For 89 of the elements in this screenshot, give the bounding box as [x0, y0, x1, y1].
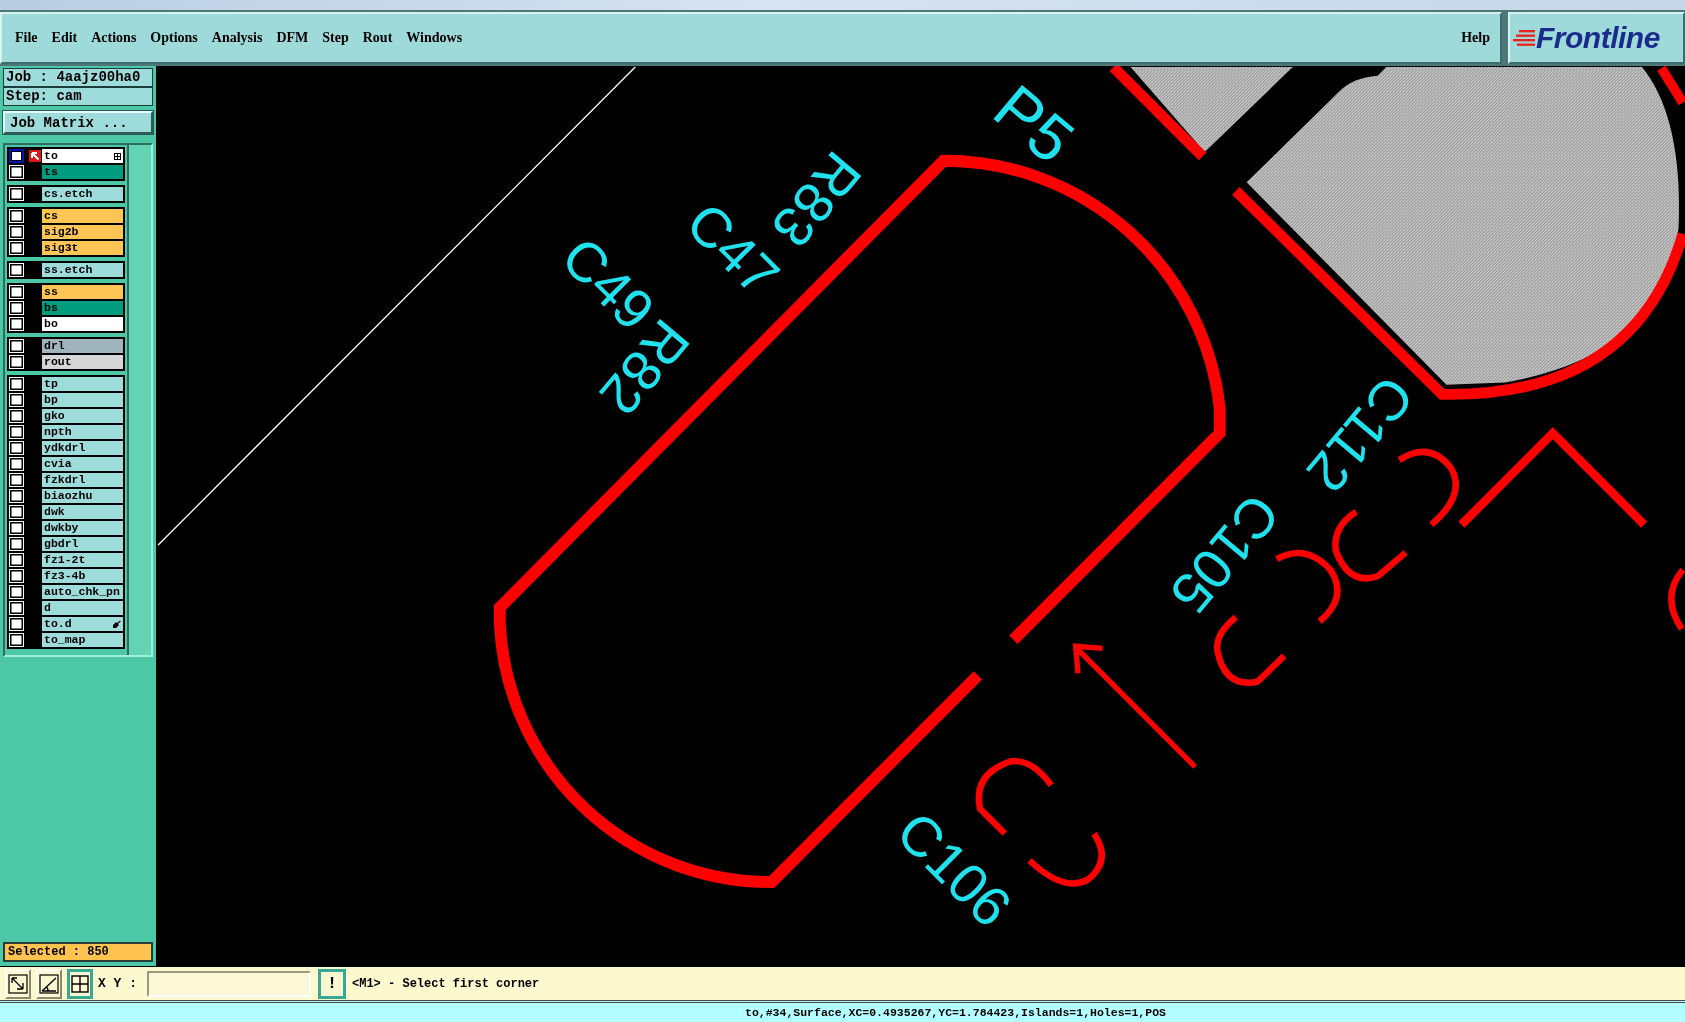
- selection-count: Selected : 850: [3, 942, 153, 962]
- confirm-button[interactable]: !: [318, 968, 346, 999]
- layer-row[interactable]: ss.etch: [9, 263, 123, 277]
- layer-row[interactable]: cvia: [9, 457, 123, 471]
- layer-name[interactable]: gbdrl: [42, 537, 123, 551]
- layer-row[interactable]: to.d: [9, 617, 123, 631]
- angle-icon: [39, 973, 59, 994]
- layer-name[interactable]: ts: [42, 165, 123, 179]
- logo-text: Frontline: [1536, 21, 1660, 55]
- layer-name[interactable]: ss.etch: [42, 263, 123, 277]
- layer-row[interactable]: auto_chk_pn: [9, 585, 123, 599]
- layer-row[interactable]: bo: [9, 317, 123, 331]
- menu-item[interactable]: Analysis: [211, 30, 263, 46]
- layer-name[interactable]: cvia: [42, 457, 123, 471]
- layer-name[interactable]: drl: [42, 339, 123, 353]
- menu-item[interactable]: Actions: [91, 30, 137, 46]
- layer-name[interactable]: fzkdrl: [42, 473, 123, 487]
- layer-row[interactable]: fz3-4b: [9, 569, 123, 583]
- layer-name[interactable]: d: [42, 601, 123, 615]
- layer-row[interactable]: ydkdrl: [9, 441, 123, 455]
- layer-name[interactable]: dwk: [42, 505, 123, 519]
- layer-row[interactable]: rout: [9, 355, 123, 369]
- layer-name[interactable]: rout: [42, 355, 123, 369]
- layer-name[interactable]: sig2b: [42, 225, 123, 239]
- layer-name[interactable]: to: [42, 149, 123, 163]
- layer-row[interactable]: to_map: [9, 633, 123, 647]
- job-label: Job : 4aajz00ha0: [3, 68, 153, 87]
- menu-item[interactable]: DFM: [276, 30, 309, 46]
- layer-row[interactable]: d: [9, 601, 123, 615]
- layer-name[interactable]: dwkby: [42, 521, 123, 535]
- step-label: Step: cam: [3, 87, 153, 106]
- coordinate-label: X Y :: [98, 976, 137, 991]
- layer-row[interactable]: fz1-2t: [9, 553, 123, 567]
- layer-row[interactable]: gbdrl: [9, 537, 123, 551]
- layer-row[interactable]: cs.etch: [9, 187, 123, 201]
- layer-name[interactable]: biaozhu: [42, 489, 123, 503]
- layer-row[interactable]: sig2b: [9, 225, 123, 239]
- layer-name[interactable]: cs.etch: [42, 187, 123, 201]
- layer-row[interactable]: gko: [9, 409, 123, 423]
- menu-item[interactable]: Options: [150, 30, 198, 46]
- layer-row[interactable]: npth: [9, 425, 123, 439]
- layer-row[interactable]: dwkby: [9, 521, 123, 535]
- arrow-icon: [29, 150, 41, 162]
- layer-row[interactable]: ss: [9, 285, 123, 299]
- grid-icon: [70, 973, 90, 994]
- layer-name[interactable]: gko: [42, 409, 123, 423]
- layer-row[interactable]: sig3t: [9, 241, 123, 255]
- layer-name[interactable]: ss: [42, 285, 123, 299]
- layer-name[interactable]: ydkdrl: [42, 441, 123, 455]
- menu-item[interactable]: Edit: [51, 30, 78, 46]
- layer-name[interactable]: to_map: [42, 633, 123, 647]
- layer-name[interactable]: cs: [42, 209, 123, 223]
- speed-lines-icon: [1513, 29, 1535, 47]
- layer-row[interactable]: fzkdrl: [9, 473, 123, 487]
- help-menu[interactable]: Help: [1461, 30, 1490, 46]
- menu-item[interactable]: Windows: [406, 30, 463, 46]
- layer-name[interactable]: bp: [42, 393, 123, 407]
- layer-name[interactable]: fz3-4b: [42, 569, 123, 583]
- outline-segment: [1657, 66, 1685, 106]
- pad-outline: [1668, 567, 1685, 631]
- layer-row[interactable]: bs: [9, 301, 123, 315]
- layer-row[interactable]: ts: [9, 165, 123, 179]
- layer-name[interactable]: fz1-2t: [42, 553, 123, 567]
- layer-name[interactable]: bo: [42, 317, 123, 331]
- layer-name[interactable]: bs: [42, 301, 123, 315]
- grid-icon: [114, 152, 121, 160]
- job-matrix-button[interactable]: Job Matrix ...: [3, 111, 153, 134]
- layer-row[interactable]: dwk: [9, 505, 123, 519]
- layer-row[interactable]: drl: [9, 339, 123, 353]
- coordinate-field[interactable]: [147, 970, 311, 997]
- layer-row[interactable]: biaozhu: [9, 489, 123, 503]
- component-label: P5: [980, 71, 1088, 178]
- layer-name[interactable]: to.d: [42, 617, 123, 631]
- layer-row[interactable]: to: [9, 149, 123, 163]
- tool-button[interactable]: [67, 968, 93, 999]
- status-text: to,#34,Surface,XC=0.4935267,YC=1.784423,Islands=1,Holes=1,POS: [745, 1006, 1166, 1019]
- hand-icon: [112, 619, 121, 629]
- layer-name[interactable]: auto_chk_pn: [42, 585, 123, 599]
- menu-item[interactable]: Rout: [362, 30, 393, 46]
- layer-name[interactable]: tp: [42, 377, 123, 391]
- layer-row[interactable]: bp: [9, 393, 123, 407]
- menu-item[interactable]: Step: [322, 30, 349, 46]
- layer-row[interactable]: tp: [9, 377, 123, 391]
- prompt-text: <M1> - Select first corner: [352, 976, 540, 991]
- menu-item[interactable]: File: [15, 30, 38, 46]
- layer-name[interactable]: sig3t: [42, 241, 123, 255]
- layer-checkbox[interactable]: [9, 149, 24, 163]
- layer-name[interactable]: npth: [42, 425, 123, 439]
- layer-row[interactable]: cs: [9, 209, 123, 223]
